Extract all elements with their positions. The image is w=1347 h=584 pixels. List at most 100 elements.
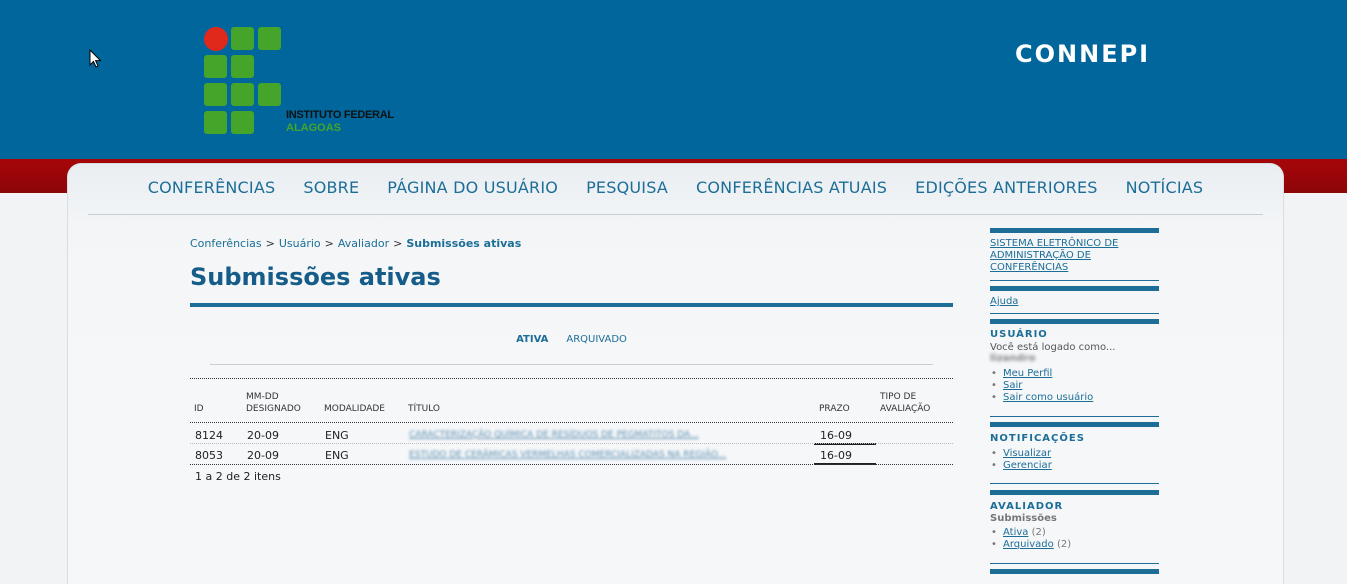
sidebar-item-meu-perfil[interactable]: • Meu Perfil [991,368,1052,379]
col-header-tipo-line2: AVALIAÇÃO [880,404,931,414]
nav-sobre[interactable]: SOBRE [303,178,359,197]
col-header-titulo: TÍTULO [408,404,441,414]
sidebar-rule [990,319,1159,324]
page-title: Submissões ativas [190,263,441,291]
col-header-designado: MM-DD DESIGNADO [246,391,301,415]
ativa-count: (2) [1031,527,1046,538]
cell-modalidade: ENG [325,449,349,462]
mouse-cursor-icon [89,49,102,68]
bullet-icon: • [991,392,997,403]
cell-designado: 20-09 [247,429,279,442]
tab-arquivado[interactable]: ARQUIVADO [566,334,627,345]
nav-edicoes-anteriores[interactable]: EDIÇÕES ANTERIORES [915,178,1097,197]
arquivado-count: (2) [1056,539,1072,550]
submission-title-link[interactable]: ESTUDO DE CERÂMICAS VERMELHAS COMERCIALI… [409,450,726,460]
breadcrumb-avaliador[interactable]: Avaliador [338,237,389,250]
sidebar-rule [990,228,1159,233]
sair-link[interactable]: Sair [1003,380,1022,391]
nav-noticias[interactable]: NOTÍCIAS [1126,178,1204,197]
sidebar-rule [990,483,1159,484]
logo-square [258,83,281,106]
user-block-title: USUÁRIO [990,329,1048,340]
cell-id: 8053 [195,449,223,462]
submission-tabs: ATIVA ARQUIVADO [190,334,953,345]
logo-red-dot [204,27,228,51]
table-bottom-rule [190,464,953,465]
col-header-tipo-line1: TIPO DE [880,392,917,402]
col-header-prazo: PRAZO [819,404,850,414]
sidebar-rule [990,563,1159,564]
col-header-designado-line1: MM-DD [246,392,279,402]
nav-divider [88,214,1263,215]
system-link[interactable]: SISTEMA ELETRÔNICO DE ADMINISTRAÇÃO DE C… [990,238,1140,274]
col-header-tipo-avaliacao: TIPO DE AVALIAÇÃO [880,391,930,415]
help-link[interactable]: Ajuda [990,296,1018,308]
institute-logo[interactable]: INSTITUTO FEDERAL ALAGOAS [204,27,404,142]
submission-title-link[interactable]: CARACTERIZAÇÃO QUÍMICA DE RESÍDUOS DE PE… [409,430,699,440]
sidebar-item-ativa[interactable]: • Ativa (2) [991,527,1046,538]
sidebar-item-sair-como-usuario[interactable]: • Sair como usuário [991,392,1093,403]
title-divider [190,303,953,307]
cell-modalidade: ENG [325,429,349,442]
sidebar-item-gerenciar[interactable]: • Gerenciar [991,460,1052,471]
breadcrumb-separator: > [324,237,334,250]
gerenciar-link[interactable]: Gerenciar [1003,460,1052,471]
logo-square [231,111,254,134]
table-top-rule [190,378,953,379]
items-count: 1 a 2 de 2 itens [195,470,281,483]
table-header-rule [190,422,953,423]
sidebar-rule [990,416,1159,417]
ativa-link[interactable]: Ativa [1003,527,1028,538]
sidebar-rule [990,286,1159,291]
notifications-block-title: NOTIFICAÇÕES [990,433,1085,444]
logo-text-institute: INSTITUTO FEDERAL [286,109,394,121]
breadcrumb-separator: > [393,237,403,250]
tab-ativa[interactable]: ATIVA [516,334,548,345]
sidebar-item-visualizar[interactable]: • Visualizar [991,448,1051,459]
logged-as-text: Você está logado como... [990,342,1116,353]
logo-square [204,83,227,106]
main-navigation: CONFERÊNCIAS SOBRE PÁGINA DO USUÁRIO PES… [68,178,1283,197]
col-header-id: ID [194,404,204,414]
reviewer-block-title: AVALIADOR [990,501,1064,512]
logo-square [204,55,227,78]
nav-pagina-do-usuario[interactable]: PÁGINA DO USUÁRIO [387,178,558,197]
cell-id: 8124 [195,429,223,442]
breadcrumb: Conferências > Usuário > Avaliador > Submissõe… [190,237,521,250]
meu-perfil-link[interactable]: Meu Perfil [1003,368,1052,379]
username: lizandro [990,353,1036,364]
cell-designado: 20-09 [247,449,279,462]
content-container: CONFERÊNCIAS SOBRE PÁGINA DO USUÁRIO PES… [67,163,1284,584]
bullet-icon: • [991,448,997,459]
logo-text-alagoas: ALAGOAS [286,122,341,134]
bullet-icon: • [991,368,997,379]
cell-prazo: 16-09 [820,449,852,462]
arquivado-link[interactable]: Arquivado [1003,539,1054,550]
col-header-modalidade: MODALIDADE [324,404,385,414]
sidebar-rule [990,422,1159,427]
sidebar-rule [990,313,1159,314]
sidebar-item-arquivado[interactable]: • Arquivado (2) [991,539,1072,550]
logo-square [258,27,281,50]
breadcrumb-conferencias[interactable]: Conferências [190,237,262,250]
nav-pesquisa[interactable]: PESQUISA [586,178,668,197]
visualizar-link[interactable]: Visualizar [1003,448,1051,459]
logo-square [204,111,227,134]
tabs-divider [210,364,933,365]
breadcrumb-current[interactable]: Submissões ativas [406,237,521,250]
breadcrumb-usuario[interactable]: Usuário [279,237,321,250]
reviewer-submissions-label: Submissões [990,513,1057,524]
breadcrumb-separator: > [265,237,275,250]
sidebar-rule [990,490,1159,495]
bullet-icon: • [991,527,997,538]
cell-prazo: 16-09 [820,429,852,442]
bullet-icon: • [991,380,997,391]
sidebar-rule [990,569,1159,574]
bullet-icon: • [991,539,997,550]
logo-square [231,83,254,106]
sair-como-usuario-link[interactable]: Sair como usuário [1003,392,1093,403]
nav-conferencias[interactable]: CONFERÊNCIAS [148,178,276,197]
sidebar-rule [990,280,1159,281]
nav-conferencias-atuais[interactable]: CONFERÊNCIAS ATUAIS [696,178,887,197]
sidebar-item-sair[interactable]: • Sair [991,380,1022,391]
